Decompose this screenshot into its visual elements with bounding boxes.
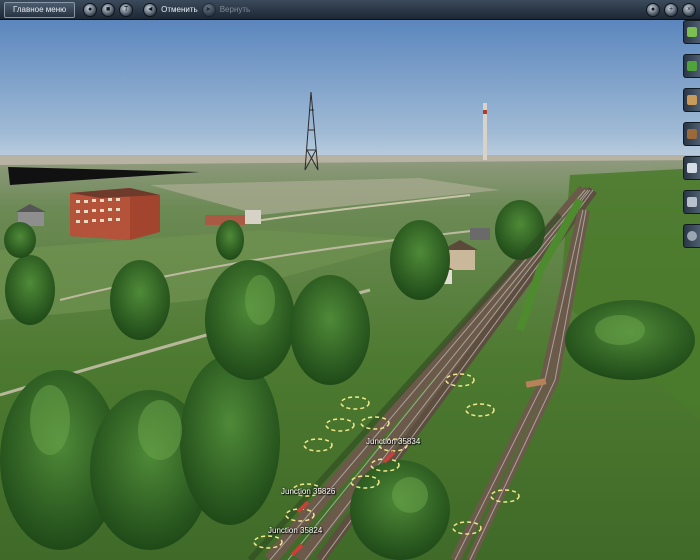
paint-brush-icon — [687, 61, 697, 71]
main-menu-button[interactable]: Главное меню — [4, 1, 76, 18]
tool-palette — [683, 20, 700, 270]
paint-tool-button[interactable] — [683, 54, 700, 78]
topology-icon — [687, 27, 697, 37]
minimize-icon[interactable]: ● — [646, 3, 660, 17]
objects-tool-button[interactable] — [683, 88, 700, 112]
layers-button[interactable] — [683, 190, 700, 214]
chimney-stripe — [483, 110, 487, 114]
gear-icon — [687, 231, 697, 241]
track-icon — [687, 129, 697, 139]
redo-icon: ► — [201, 2, 216, 17]
layers-icon — [687, 197, 697, 207]
junction-label: Junction 35824 — [268, 526, 323, 535]
objects-icon — [687, 95, 697, 105]
wrench-icon — [687, 163, 697, 173]
top-toolbar: Главное меню ● ■ T ◄ Отменить ► Вернуть … — [0, 0, 700, 20]
junction-label: Junction 35834 — [366, 437, 421, 446]
help-icon[interactable]: + — [664, 3, 678, 17]
redo-button: Вернуть — [219, 5, 251, 14]
undo-button[interactable]: Отменить — [161, 5, 198, 14]
grid-toggle-icon[interactable]: T — [119, 2, 134, 17]
junction-label: Junction 35826 — [281, 487, 336, 496]
settings-button[interactable] — [683, 224, 700, 248]
game-viewport[interactable] — [0, 0, 700, 560]
track-tool-button[interactable] — [683, 122, 700, 146]
topology-tool-button[interactable] — [683, 20, 700, 44]
brick-building — [70, 188, 160, 240]
tools-button[interactable] — [683, 156, 700, 180]
undo-icon[interactable]: ◄ — [143, 2, 158, 17]
camera-mode-icon[interactable]: ● — [83, 2, 98, 17]
close-icon[interactable]: × — [682, 3, 696, 17]
drive-mode-icon[interactable]: ■ — [101, 2, 116, 17]
